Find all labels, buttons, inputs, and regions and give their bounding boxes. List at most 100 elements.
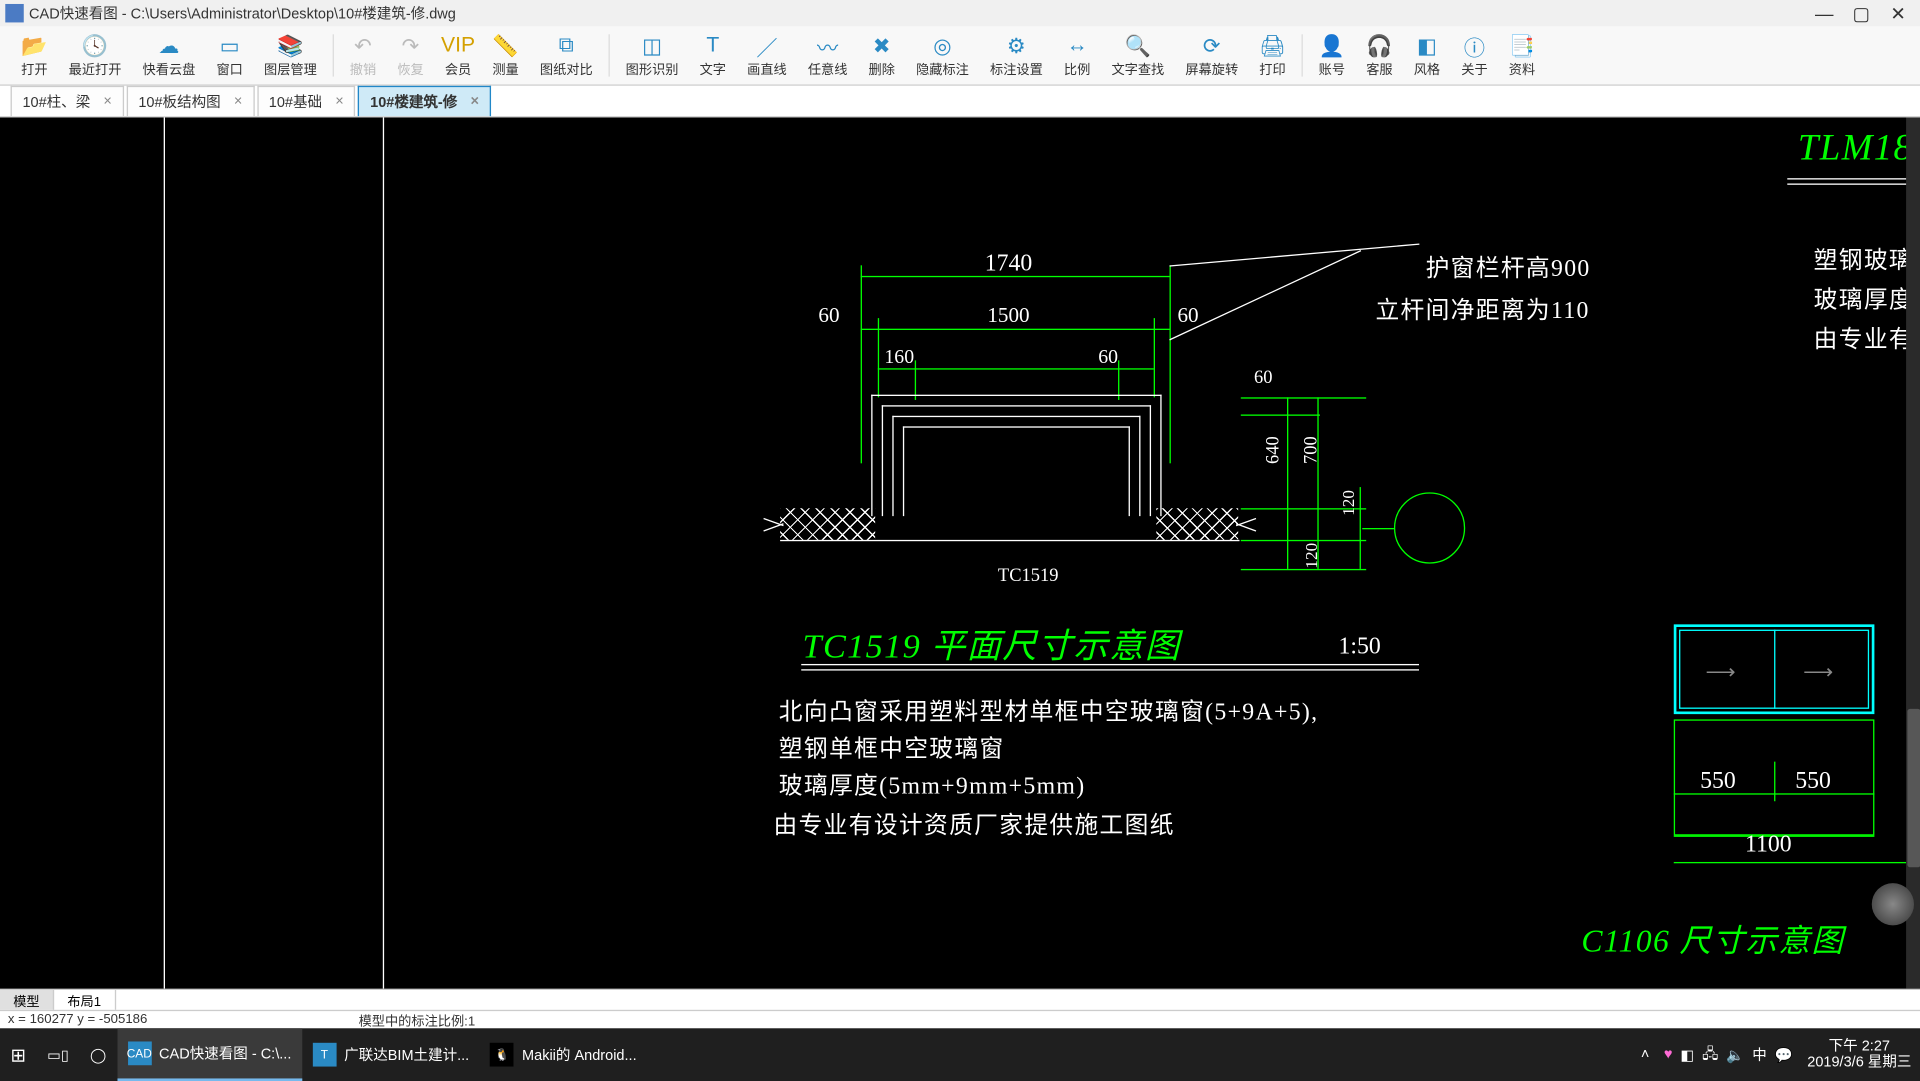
rail-spacing-note: 立杆间净距离为110 (1375, 292, 1589, 326)
dimension-120: 120 (1338, 490, 1359, 516)
user-avatar[interactable] (1872, 883, 1914, 925)
document-tabs: 10#柱、梁×10#板结构图×10#基础×10#楼建筑-修× (0, 86, 1920, 118)
tool-文字查找[interactable]: 🔍文字查找 (1101, 31, 1175, 80)
tool-删除[interactable]: ✖删除 (858, 31, 906, 80)
tool-打印[interactable]: 🖨打印 (1249, 31, 1297, 80)
tab-close-icon[interactable]: × (234, 94, 242, 110)
tool-会员[interactable]: VIP会员 (434, 31, 482, 80)
tool-label: 窗口 (216, 57, 242, 77)
tool-icon: 👤 (1319, 34, 1345, 58)
tab-close-icon[interactable]: × (470, 94, 478, 110)
tab-close-icon[interactable]: × (335, 94, 343, 110)
tab-10#基础[interactable]: 10#基础× (257, 86, 356, 116)
tray-up-icon[interactable]: ˄ (1630, 1028, 1660, 1081)
maximize-button[interactable]: ▢ (1843, 1, 1880, 25)
window-tag: TC1519 (998, 566, 1059, 587)
tool-icon: ⚙ (1003, 34, 1029, 58)
task-view[interactable]: ▭▯ (37, 1028, 80, 1081)
tool-画直线[interactable]: ／画直线 (737, 31, 798, 80)
scroll-thumb[interactable] (1907, 709, 1920, 867)
drawing-title: TC1519 平面尺寸示意图 (803, 619, 1181, 668)
dimension-700: 700 (1302, 436, 1323, 464)
tool-label: 隐藏标注 (916, 57, 969, 77)
tool-icon: ▭ (216, 34, 242, 58)
tray-volume-icon[interactable]: 🔈 (1722, 1028, 1748, 1081)
tool-图层管理[interactable]: 📚图层管理 (253, 31, 327, 80)
right-note: 玻璃厚度(5m (1814, 281, 1920, 315)
tool-icon: 📚 (277, 34, 303, 58)
tool-icon: 🖨 (1259, 34, 1285, 58)
tool-label: 打印 (1259, 57, 1285, 77)
taskbar-app[interactable]: 🐧Makii的 Android... (480, 1028, 647, 1081)
dimension-1500: 1500 (987, 305, 1029, 329)
tool-恢复[interactable]: ↷恢复 (387, 31, 435, 80)
tool-icon: ⓘ (1461, 34, 1487, 58)
tool-隐藏标注[interactable]: ◎隐藏标注 (906, 31, 980, 80)
drawing-scale: 1:50 (1338, 632, 1380, 660)
tab-close-icon[interactable]: × (103, 94, 111, 110)
tab-10#楼建筑-修[interactable]: 10#楼建筑-修× (358, 86, 491, 116)
guide-line (383, 117, 384, 988)
tool-label: 恢复 (397, 57, 423, 77)
minimize-button[interactable]: — (1806, 1, 1843, 25)
tool-icon: 🔍 (1125, 34, 1151, 58)
tray-icon[interactable]: ♥ (1660, 1028, 1677, 1081)
tool-label: 账号 (1319, 57, 1345, 77)
tool-快看云盘[interactable]: ☁快看云盘 (132, 31, 206, 80)
tool-资料[interactable]: 📑资料 (1498, 31, 1546, 80)
close-button[interactable]: ✕ (1880, 1, 1917, 25)
cortana-icon[interactable]: ◯ (79, 1028, 116, 1081)
tool-icon: ↶ (350, 34, 376, 58)
dimension-1740: 1740 (985, 249, 1033, 277)
tool-屏幕旋转[interactable]: ⟳屏幕旋转 (1175, 31, 1249, 80)
tool-撤销[interactable]: ↶撤销 (339, 31, 387, 80)
rail-height-note: 护窗栏杆高900 (1426, 249, 1591, 283)
tool-icon: 🕓 (82, 34, 108, 58)
drawing-canvas[interactable]: 1740 60 1500 60 160 60 护窗栏杆高900 立杆间净距离为1… (0, 117, 1920, 988)
taskbar-clock[interactable]: 下午 2:27 2019/3/6 星期三 (1797, 1039, 1920, 1071)
tab-10#柱、梁[interactable]: 10#柱、梁× (11, 86, 124, 116)
tool-label: 图形识别 (626, 57, 679, 77)
tool-icon: T (700, 34, 726, 58)
tool-label: 删除 (869, 57, 895, 77)
tool-风格[interactable]: ◧风格 (1403, 31, 1451, 80)
note-line: 北向凸窗采用塑料型材单框中空玻璃窗(5+9A+5), (779, 693, 1319, 727)
tool-icon: ↔ (1064, 34, 1090, 58)
tool-文字[interactable]: T文字 (689, 31, 737, 80)
taskbar-app[interactable]: T广联达BIM土建计... (302, 1028, 480, 1081)
tool-窗口[interactable]: ▭窗口 (206, 31, 254, 80)
tab-10#板结构图[interactable]: 10#板结构图× (126, 86, 254, 116)
tray-action-center-icon[interactable]: 💬 (1771, 1028, 1797, 1081)
tool-比例[interactable]: ↔比例 (1053, 31, 1101, 80)
tool-最近打开[interactable]: 🕓最近打开 (58, 31, 132, 80)
tool-label: 画直线 (747, 57, 787, 77)
tool-关于[interactable]: ⓘ关于 (1451, 31, 1499, 80)
app-icon: T (312, 1043, 336, 1067)
tray-ime-icon[interactable]: 中 (1748, 1028, 1770, 1081)
c1106-title: C1106 尺寸示意图 (1581, 915, 1844, 961)
note-line: 由专业有设计资质厂家提供施工图纸 (774, 807, 1175, 841)
app-icon (5, 4, 23, 22)
tool-label: 图层管理 (264, 57, 317, 77)
tool-任意线[interactable]: 〰任意线 (797, 31, 858, 80)
tool-测量[interactable]: 📏测量 (482, 31, 530, 80)
tool-打开[interactable]: 📂打开 (11, 31, 59, 80)
tool-label: 标注设置 (990, 57, 1043, 77)
tool-icon: 〰 (814, 34, 840, 58)
tool-label: 会员 (445, 57, 471, 77)
tool-label: 快看云盘 (143, 57, 196, 77)
tool-图纸对比[interactable]: ⧉图纸对比 (529, 31, 603, 80)
taskbar-app[interactable]: CADCAD快速看图 - C:\... (117, 1028, 302, 1081)
tab-layout1[interactable]: 布局1 (54, 990, 115, 1010)
tool-账号[interactable]: 👤账号 (1308, 31, 1356, 80)
tray-network-icon[interactable]: 🖧 (1698, 1028, 1722, 1081)
tool-客服[interactable]: 🎧客服 (1356, 31, 1404, 80)
dimension-640: 640 (1264, 436, 1285, 464)
tool-图形识别[interactable]: ◫图形识别 (615, 31, 689, 80)
tool-标注设置[interactable]: ⚙标注设置 (979, 31, 1053, 80)
tray-icon[interactable]: ◧ (1676, 1028, 1698, 1081)
start-button[interactable]: ⊞ (0, 1028, 37, 1081)
tab-model[interactable]: 模型 (0, 990, 54, 1010)
vertical-scrollbar[interactable] (1906, 117, 1920, 988)
dimension-60: 60 (1254, 368, 1272, 389)
